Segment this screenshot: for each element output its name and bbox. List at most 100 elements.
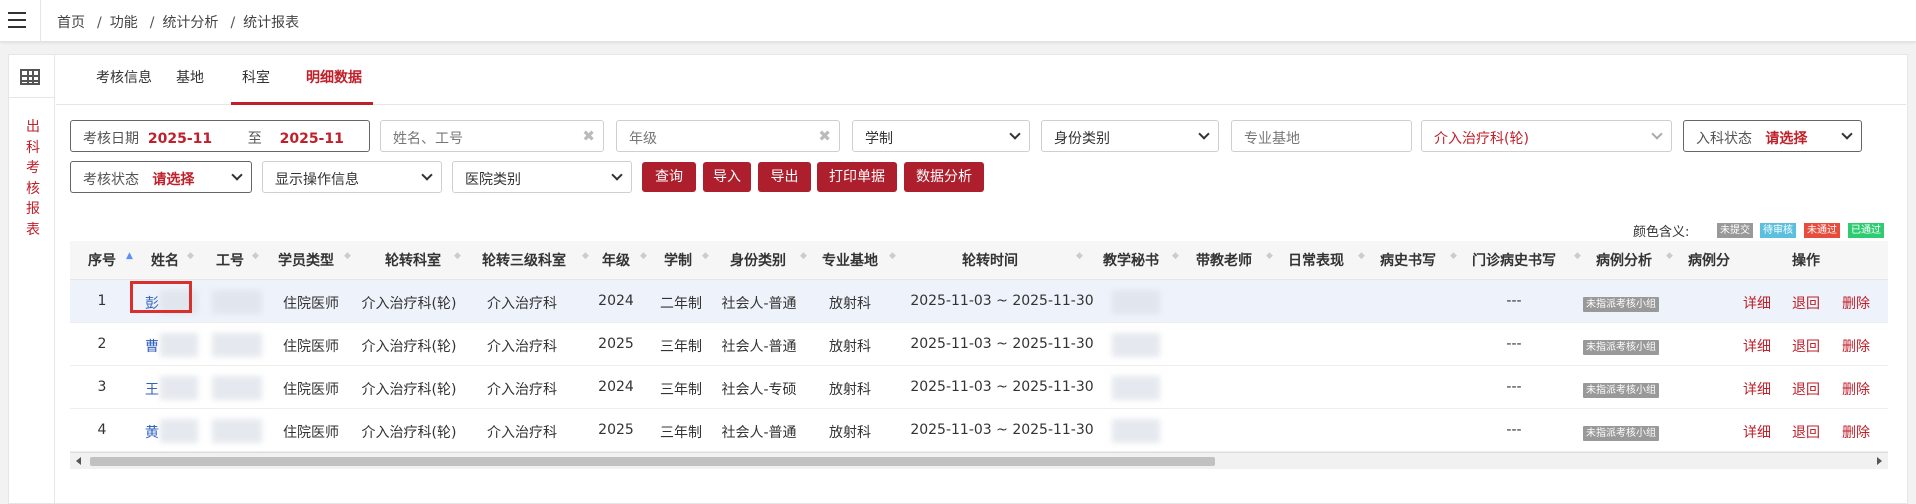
sort-asc-icon[interactable]: ▲	[126, 252, 133, 261]
side-menu-item-exam-report[interactable]: 出科考核报表	[23, 117, 43, 240]
outpatient-writing: ---	[1506, 336, 1522, 352]
date-to-value[interactable]: 2025-11	[280, 131, 344, 147]
base-input[interactable]: 专业基地	[1231, 120, 1412, 152]
col-header[interactable]: 专业基地	[822, 250, 878, 270]
table-icon[interactable]	[20, 69, 40, 85]
hospital-type-value: 医院类别	[465, 172, 521, 188]
detail-link[interactable]: 详细	[1743, 293, 1771, 313]
col-header[interactable]: 学员类型	[278, 250, 334, 270]
col-header[interactable]: 病例分	[1688, 250, 1730, 270]
sort-icon[interactable]: ◆	[1574, 252, 1581, 261]
redacted-secretary	[1112, 376, 1160, 400]
sort-icon[interactable]: ◆	[1450, 252, 1457, 261]
table-row[interactable]: 1 彭 住院医师 介入治疗科(轮) 介入治疗科 2024 二年制 社会人-普通 …	[70, 280, 1888, 323]
col-header[interactable]: 教学秘书	[1103, 250, 1159, 270]
sort-icon[interactable]: ◆	[1266, 252, 1273, 261]
student-name-link[interactable]: 黄	[145, 422, 159, 442]
system-select[interactable]: 学制	[852, 120, 1030, 152]
export-button[interactable]: 导出	[758, 162, 811, 192]
table-row[interactable]: 4 黄 住院医师 介入治疗科(轮) 介入治疗科 2025 三年制 社会人-普通 …	[70, 409, 1888, 452]
show-ops-select[interactable]: 显示操作信息	[262, 161, 442, 193]
delete-link[interactable]: 删除	[1842, 422, 1870, 442]
student-name-link[interactable]: 王	[145, 379, 159, 399]
tab-bar: 考核信息 基地 科室 明细数据	[56, 55, 1906, 105]
identity: 社会人-普通	[721, 425, 797, 441]
sort-icon[interactable]: ◆	[1172, 252, 1179, 261]
sort-icon[interactable]: ◆	[187, 252, 194, 261]
breadcrumb-function[interactable]: 功能	[110, 15, 138, 31]
redacted-secretary	[1112, 333, 1160, 357]
scroll-thumb[interactable]	[90, 457, 1215, 466]
department-select[interactable]: 介入治疗科(轮)	[1421, 120, 1672, 152]
scroll-right-icon[interactable]	[1877, 457, 1882, 465]
sort-icon[interactable]: ◆	[252, 252, 259, 261]
col-header[interactable]: 日常表现	[1288, 250, 1344, 270]
exam-status-select[interactable]: 考核状态 请选择	[70, 161, 252, 193]
breadcrumb-statistics[interactable]: 统计分析	[162, 15, 218, 31]
table-row[interactable]: 3 王 住院医师 介入治疗科(轮) 介入治疗科 2024 三年制 社会人-专硕 …	[70, 366, 1888, 409]
student-type: 住院医师	[283, 296, 339, 312]
name-id-input[interactable]: 姓名、工号 ✖	[380, 120, 604, 152]
detail-link[interactable]: 详细	[1743, 422, 1771, 442]
student-name-link[interactable]: 曹	[145, 336, 159, 356]
return-link[interactable]: 退回	[1792, 422, 1820, 442]
delete-link[interactable]: 删除	[1842, 379, 1870, 399]
return-link[interactable]: 退回	[1792, 336, 1820, 356]
detail-link[interactable]: 详细	[1743, 379, 1771, 399]
col-header[interactable]: 门诊病史书写	[1472, 250, 1556, 270]
col-header[interactable]: 病史书写	[1380, 250, 1436, 270]
delete-link[interactable]: 删除	[1842, 336, 1870, 356]
table-header: 序号 ▲ 姓名 ◆ 工号 ◆ 学员类型 ◆ 轮转科室 ◆ 轮转三级科室 ◆ 年级 ◆ 学制 ◆ …	[70, 241, 1888, 280]
col-header[interactable]: 学制	[664, 250, 692, 270]
sort-icon[interactable]: ◆	[582, 252, 589, 261]
scroll-left-icon[interactable]	[76, 457, 81, 465]
chevron-down-icon	[1009, 128, 1021, 140]
col-header[interactable]: 轮转科室	[385, 250, 441, 270]
sort-icon[interactable]: ◆	[344, 252, 351, 261]
horizontal-scrollbar[interactable]	[70, 452, 1888, 469]
col-header[interactable]: 病例分析	[1596, 250, 1652, 270]
sort-icon[interactable]: ◆	[702, 252, 709, 261]
rotation-dept: 介入治疗科(轮)	[361, 425, 457, 441]
print-button[interactable]: 打印单据	[817, 162, 897, 192]
sort-icon[interactable]: ◆	[454, 252, 461, 261]
col-header[interactable]: 年级	[602, 250, 630, 270]
sort-icon[interactable]: ◆	[1076, 252, 1083, 261]
tab-base[interactable]: 基地	[176, 67, 204, 87]
sort-icon[interactable]: ◆	[640, 252, 647, 261]
detail-link[interactable]: 详细	[1743, 336, 1771, 356]
exam-status-label: 考核状态	[83, 172, 139, 188]
clear-icon[interactable]: ✖	[582, 127, 595, 145]
return-link[interactable]: 退回	[1792, 379, 1820, 399]
identity-select[interactable]: 身份类别	[1041, 120, 1219, 152]
hospital-type-select[interactable]: 医院类别	[452, 161, 632, 193]
col-header[interactable]: 序号	[88, 250, 116, 270]
col-header[interactable]: 身份类别	[730, 250, 786, 270]
col-header[interactable]: 轮转时间	[962, 250, 1018, 270]
col-header[interactable]: 带教老师	[1196, 250, 1252, 270]
clear-icon[interactable]: ✖	[818, 127, 831, 145]
exam-date-range[interactable]: 考核日期 2025-11 至 2025-11	[70, 120, 370, 152]
query-button[interactable]: 查询	[642, 162, 696, 192]
breadcrumb-home[interactable]: 首页	[57, 15, 85, 31]
hamburger-menu-icon[interactable]	[8, 12, 26, 28]
table-row[interactable]: 2 曹 住院医师 介入治疗科(轮) 介入治疗科 2025 三年制 社会人-普通 …	[70, 323, 1888, 366]
tab-exam-info[interactable]: 考核信息	[96, 67, 152, 87]
tab-department[interactable]: 科室	[242, 67, 270, 87]
col-header[interactable]: 工号	[216, 250, 244, 270]
data-analysis-button[interactable]: 数据分析	[904, 162, 984, 192]
grade-input[interactable]: 年级 ✖	[616, 120, 840, 152]
delete-link[interactable]: 删除	[1842, 293, 1870, 313]
sort-icon[interactable]: ◆	[889, 252, 896, 261]
return-link[interactable]: 退回	[1792, 293, 1820, 313]
tab-detail-data[interactable]: 明细数据	[306, 67, 362, 87]
sort-icon[interactable]: ◆	[1666, 252, 1673, 261]
col-header[interactable]: 轮转三级科室	[482, 250, 566, 270]
status-badge: 未指派考核小组	[1583, 383, 1659, 398]
entry-status-select[interactable]: 入科状态 请选择	[1683, 120, 1862, 152]
sort-icon[interactable]: ◆	[1358, 252, 1365, 261]
date-from-value[interactable]: 2025-11	[148, 131, 212, 147]
col-header[interactable]: 姓名	[151, 250, 179, 270]
sort-icon[interactable]: ◆	[800, 252, 807, 261]
import-button[interactable]: 导入	[703, 162, 751, 192]
